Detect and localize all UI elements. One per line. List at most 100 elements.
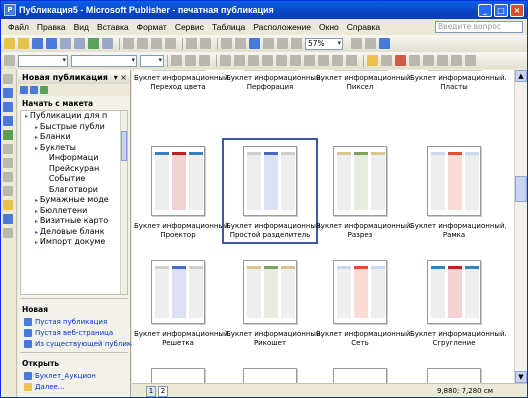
style-combo[interactable] bbox=[18, 54, 68, 67]
numbering-icon[interactable] bbox=[276, 55, 287, 66]
align-center-icon[interactable] bbox=[234, 55, 245, 66]
gallery-item[interactable]: Буклет информационный. Решетка bbox=[134, 254, 231, 362]
fill-color-icon[interactable] bbox=[367, 55, 378, 66]
font-size-combo[interactable] bbox=[140, 54, 164, 67]
underline-icon[interactable] bbox=[199, 55, 210, 66]
line-color-icon[interactable] bbox=[381, 55, 392, 66]
new-icon[interactable] bbox=[4, 38, 15, 49]
bring-forward-icon[interactable] bbox=[221, 38, 232, 49]
from-existing-link[interactable]: Из существующей публикации... bbox=[18, 338, 156, 349]
close-button[interactable]: × bbox=[510, 3, 524, 17]
align-left-icon[interactable] bbox=[220, 55, 231, 66]
line-style-icon[interactable] bbox=[409, 55, 420, 66]
hyperlink-icon[interactable] bbox=[249, 38, 260, 49]
zoom-combo[interactable]: 57% bbox=[305, 37, 343, 50]
copy-icon[interactable] bbox=[137, 38, 148, 49]
font-grow-icon[interactable] bbox=[332, 55, 343, 66]
maximize-button[interactable]: □ bbox=[494, 3, 508, 17]
gallery-item[interactable]: Буклет информационный. Разрез bbox=[316, 140, 413, 248]
pilcrow-icon[interactable] bbox=[291, 38, 302, 49]
decrease-indent-icon[interactable] bbox=[304, 55, 315, 66]
send-backward-icon[interactable] bbox=[235, 38, 246, 49]
gallery-item[interactable]: Буклет информационный. Сгругление bbox=[410, 254, 507, 362]
design-gallery-icon[interactable] bbox=[3, 228, 13, 238]
menu-help[interactable]: Справка bbox=[343, 22, 384, 32]
minimize-button[interactable]: _ bbox=[478, 3, 492, 17]
gallery-item[interactable]: Буклет информационный. Проектор bbox=[134, 140, 231, 248]
page-1-button[interactable]: 1 bbox=[146, 385, 156, 397]
select-pointer-icon[interactable] bbox=[3, 74, 13, 84]
menu-table[interactable]: Таблица bbox=[208, 22, 249, 32]
dash-style-icon[interactable] bbox=[423, 55, 434, 66]
tree-node[interactable]: ▸ Буклеты bbox=[21, 143, 127, 154]
styles-icon[interactable] bbox=[4, 55, 15, 66]
menu-window[interactable]: Окно bbox=[315, 22, 343, 32]
tree-scrollbar[interactable] bbox=[120, 111, 127, 294]
print-icon[interactable] bbox=[60, 38, 71, 49]
menu-edit[interactable]: Правка bbox=[33, 22, 70, 32]
design-thumbnail[interactable] bbox=[243, 368, 297, 383]
justify-icon[interactable] bbox=[262, 55, 273, 66]
table-icon[interactable] bbox=[277, 38, 288, 49]
gallery-scrollbar[interactable]: ▲ ▼ bbox=[514, 70, 527, 383]
research-icon[interactable] bbox=[102, 38, 113, 49]
columns-icon[interactable] bbox=[263, 38, 274, 49]
font-combo[interactable] bbox=[71, 54, 137, 67]
tree-node[interactable]: ▸ Быстрые публи bbox=[21, 122, 127, 133]
picture-frame-icon[interactable] bbox=[3, 130, 13, 140]
zoom-out-icon[interactable] bbox=[351, 38, 362, 49]
font-shrink-icon[interactable] bbox=[346, 55, 357, 66]
email-icon[interactable] bbox=[46, 38, 57, 49]
align-right-icon[interactable] bbox=[248, 55, 259, 66]
help-icon[interactable] bbox=[379, 38, 390, 49]
shadow-style-icon[interactable] bbox=[451, 55, 462, 66]
text-box-icon[interactable] bbox=[3, 88, 13, 98]
page-2-button[interactable]: 2 bbox=[158, 385, 168, 397]
font-color-icon[interactable] bbox=[395, 55, 406, 66]
forward-icon[interactable] bbox=[30, 86, 38, 94]
tree-node[interactable]: ▸ Бюллетени bbox=[21, 206, 127, 217]
zoom-in-icon[interactable] bbox=[365, 38, 376, 49]
hotspot-icon[interactable] bbox=[3, 214, 13, 224]
oval-tool-icon[interactable] bbox=[3, 172, 13, 182]
scroll-down-arrow-icon[interactable]: ▼ bbox=[515, 371, 527, 383]
task-pane-close-icon[interactable]: ▾ × bbox=[114, 73, 127, 82]
ask-question-box[interactable]: Введите вопрос bbox=[435, 21, 523, 33]
spelling-icon[interactable] bbox=[88, 38, 99, 49]
bullets-icon[interactable] bbox=[290, 55, 301, 66]
line-tool-icon[interactable] bbox=[3, 144, 13, 154]
menu-file[interactable]: Файл bbox=[4, 22, 33, 32]
home-icon[interactable] bbox=[40, 86, 48, 94]
blank-web-page-link[interactable]: Пустая веб-страница bbox=[18, 327, 130, 338]
open-icon[interactable] bbox=[18, 38, 29, 49]
arrow-style-icon[interactable] bbox=[437, 55, 448, 66]
tree-node[interactable]: Прейскуран bbox=[21, 164, 127, 175]
wordart-icon[interactable] bbox=[3, 116, 13, 126]
save-icon[interactable] bbox=[32, 38, 43, 49]
gallery-item[interactable]: Буклет информационный. Сеть bbox=[316, 254, 413, 362]
design-thumbnail[interactable] bbox=[333, 368, 387, 383]
tree-node[interactable]: Событие bbox=[21, 174, 127, 185]
scroll-up-arrow-icon[interactable]: ▲ bbox=[515, 70, 527, 82]
menu-view[interactable]: Вид bbox=[70, 22, 93, 32]
autoshapes-icon[interactable] bbox=[3, 200, 13, 210]
bold-icon[interactable] bbox=[171, 55, 182, 66]
redo-icon[interactable] bbox=[200, 38, 211, 49]
recent-file-link[interactable]: Буклет_Аукцион bbox=[18, 370, 130, 381]
rectangle-tool-icon[interactable] bbox=[3, 186, 13, 196]
gallery-item[interactable]: Буклет информационный. Рамка bbox=[410, 140, 507, 248]
undo-icon[interactable] bbox=[186, 38, 197, 49]
tree-node[interactable]: ▸ Импорт докуме bbox=[21, 237, 127, 248]
arrow-tool-icon[interactable] bbox=[3, 158, 13, 168]
scroll-thumb[interactable] bbox=[515, 176, 527, 202]
cut-icon[interactable] bbox=[123, 38, 134, 49]
tree-node[interactable]: ▸ Бланки bbox=[21, 132, 127, 143]
gallery-item[interactable]: Буклет информационный. Рикошет bbox=[226, 254, 323, 362]
tree-node[interactable]: Информаци bbox=[21, 153, 127, 164]
preview-icon[interactable] bbox=[74, 38, 85, 49]
menu-arrange[interactable]: Расположение bbox=[249, 22, 315, 32]
tree-node[interactable]: ▸ Бумажные моде bbox=[21, 195, 127, 206]
insert-table-icon[interactable] bbox=[3, 102, 13, 112]
paste-icon[interactable] bbox=[151, 38, 162, 49]
blank-publication-link[interactable]: Пустая публикация bbox=[18, 316, 130, 327]
